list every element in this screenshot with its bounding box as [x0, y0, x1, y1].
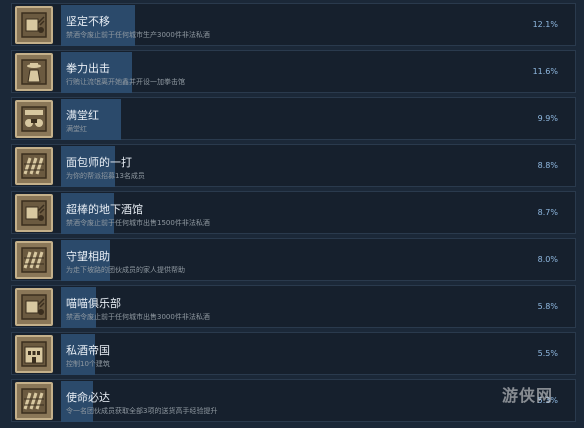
package-crate-icon — [15, 288, 53, 326]
boxer-figure-icon — [15, 53, 53, 91]
watermark-logo: 游侠网 — [502, 386, 554, 405]
achievement-title: 满堂红 — [66, 109, 99, 122]
achievement-row[interactable]: 满堂红 满堂红 9.9% — [11, 97, 576, 140]
achievement-percent: 5.8% — [537, 302, 558, 311]
achievement-description: 令一名团伙成员获取全部3项的送货高手经验提升 — [66, 407, 218, 415]
achievement-title: 超棒的地下酒馆 — [66, 203, 143, 216]
building-icon — [15, 335, 53, 373]
achievement-description: 行贿让流氓离开她鑫并开设一加拳击馆 — [66, 78, 185, 86]
achievement-row[interactable]: 面包师的一打 为你的帮派招募13名成员 8.8% — [11, 144, 576, 187]
full-house-icon — [15, 100, 53, 138]
bottles-rack-icon — [15, 241, 53, 279]
package-crate-icon — [15, 6, 53, 44]
achievement-percent: 8.7% — [537, 208, 558, 217]
achievement-list: 坚定不移 禁酒令废止前于任何城市生产3000件非法私酒 12.1% 拳力出击 行… — [0, 0, 584, 428]
achievement-title: 拳力出击 — [66, 62, 110, 75]
achievement-title: 面包师的一打 — [66, 156, 132, 169]
bottles-rack-icon — [15, 147, 53, 185]
achievement-row[interactable]: 喵喵俱乐部 禁酒令废止前于任何城市出售3000件非法私酒 5.8% — [11, 285, 576, 328]
achievement-percent: 9.9% — [537, 114, 558, 123]
achievement-percent: 5.5% — [537, 349, 558, 358]
achievement-row[interactable]: 守望相助 为走下坡路的团伙成员的家人提供帮助 8.0% — [11, 238, 576, 281]
bottles-rack-icon — [15, 382, 53, 420]
achievement-title: 守望相助 — [66, 250, 110, 263]
achievement-description: 满堂红 — [66, 125, 87, 133]
achievement-row[interactable]: 坚定不移 禁酒令废止前于任何城市生产3000件非法私酒 12.1% — [11, 3, 576, 46]
achievement-description: 禁酒令废止前于任何城市出售1500件非法私酒 — [66, 219, 210, 227]
achievement-title: 坚定不移 — [66, 15, 110, 28]
achievement-title: 喵喵俱乐部 — [66, 297, 121, 310]
package-crate-icon — [15, 194, 53, 232]
achievement-description: 为你的帮派招募13名成员 — [66, 172, 145, 180]
achievement-description: 禁酒令废止前于任何城市生产3000件非法私酒 — [66, 31, 210, 39]
achievement-row[interactable]: 私酒帝国 控制10个建筑 5.5% — [11, 332, 576, 375]
achievement-title: 私酒帝国 — [66, 344, 110, 357]
achievement-percent: 8.0% — [537, 255, 558, 264]
achievement-description: 为走下坡路的团伙成员的家人提供帮助 — [66, 266, 185, 274]
achievement-row[interactable]: 超棒的地下酒馆 禁酒令废止前于任何城市出售1500件非法私酒 8.7% — [11, 191, 576, 234]
achievement-description: 控制10个建筑 — [66, 360, 110, 368]
achievement-row[interactable]: 使命必达 令一名团伙成员获取全部3项的送货高手经验提升 5.3% — [11, 379, 576, 422]
achievement-percent: 11.6% — [532, 67, 558, 76]
achievement-percent: 12.1% — [532, 20, 558, 29]
achievement-percent: 8.8% — [537, 161, 558, 170]
achievement-row[interactable]: 拳力出击 行贿让流氓离开她鑫并开设一加拳击馆 11.6% — [11, 50, 576, 93]
achievement-description: 禁酒令废止前于任何城市出售3000件非法私酒 — [66, 313, 210, 321]
achievement-title: 使命必达 — [66, 391, 110, 404]
